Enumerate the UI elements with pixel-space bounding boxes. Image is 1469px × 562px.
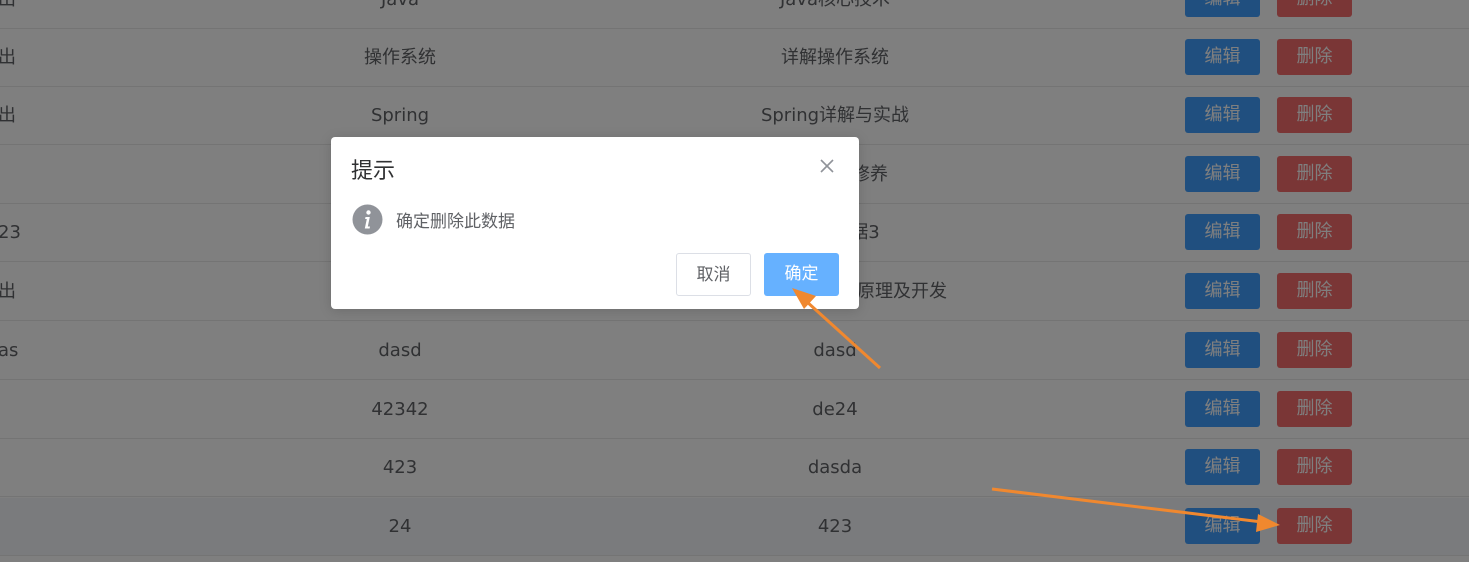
page: 出 Java Java核心技术 编辑 删除 出 操作系统 详解操作系统 编辑 删… bbox=[0, 0, 1469, 562]
dialog-title: 提示 bbox=[351, 159, 396, 184]
cancel-button[interactable]: 取消 bbox=[676, 253, 751, 296]
dialog-message: 确定删除此数据 bbox=[396, 212, 515, 232]
confirm-dialog: 提示 确定删除此数据 取消 确定 bbox=[331, 137, 859, 309]
confirm-button[interactable]: 确定 bbox=[764, 253, 839, 296]
info-icon bbox=[352, 204, 383, 235]
close-icon[interactable] bbox=[817, 156, 837, 176]
